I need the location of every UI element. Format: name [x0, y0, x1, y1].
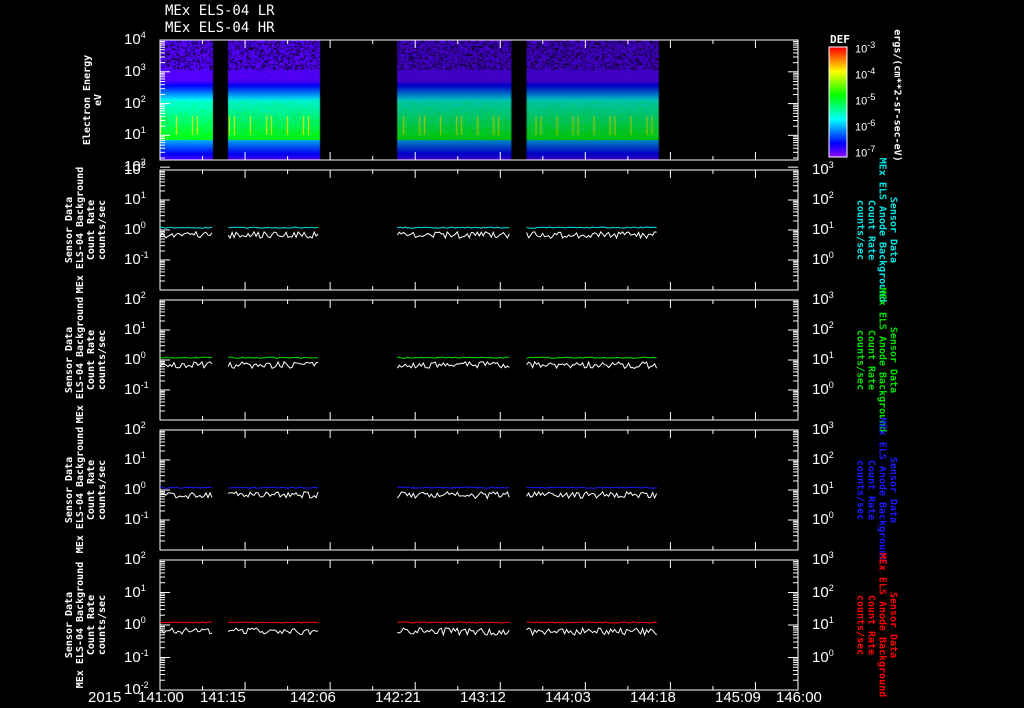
y-tick-label: 103: [124, 61, 146, 80]
series-line-background: [397, 356, 510, 359]
y-axis-label-right: Sensor Data MEx ELS Anode Background Cou…: [853, 552, 898, 698]
series-line-ELS-04: [159, 491, 213, 500]
colorbar-label: ergs/(cm**2-sr-sec-eV): [891, 28, 903, 162]
series-line-background: [228, 621, 319, 624]
y-right-tick-label: 102: [812, 450, 834, 468]
panel-frame: [159, 169, 799, 291]
y-axis-label: Electron Energy eV: [82, 54, 105, 146]
series-line-background: [160, 486, 213, 489]
y-tick-label: 100: [124, 350, 146, 368]
series-line-background: [159, 226, 213, 229]
series-line-ELS-04: [159, 627, 213, 635]
y-tick-label: 100: [124, 220, 146, 238]
y-right-tick-label: 100: [812, 510, 834, 528]
x-tick-label: 142:06: [290, 689, 336, 706]
y-tick-label: 10-1: [124, 510, 149, 528]
y-axis-label: Sensor Data MEx ELS-04 Background Count …: [64, 426, 109, 554]
colorbar-tick-label: 10-5: [855, 92, 876, 108]
y-axis-label-right: Sensor Data MEx ELS Anode Background Cou…: [853, 417, 898, 563]
y-tick-label: 100: [124, 615, 146, 633]
series-line-background: [397, 226, 510, 229]
y-tick-label: 102: [124, 93, 146, 112]
series-line-ELS-04: [397, 627, 510, 637]
y-right-tick-label: 103: [812, 420, 834, 438]
panel-frame: [159, 429, 799, 551]
series-line-ELS-04: [228, 490, 319, 499]
y-tick-label: 102: [124, 550, 146, 568]
x-tick-label: 142:21: [375, 689, 421, 706]
x-axis-year: 2015: [88, 689, 122, 706]
panel-frame: [159, 39, 799, 161]
colorbar-frame: [828, 46, 848, 158]
series-line-ELS-04: [396, 230, 510, 240]
series-line-background: [397, 621, 510, 624]
colorbar-tick-label: 10-7: [855, 144, 876, 160]
series-line-background: [526, 621, 657, 624]
y-tick-label: 104: [124, 30, 146, 48]
y-tick-label: 101: [124, 190, 146, 208]
y-tick-label: 101: [124, 582, 146, 601]
y-right-tick-label: 102: [812, 320, 834, 338]
y-axis-label: Sensor Data MEx ELS-04 Background Count …: [64, 296, 109, 424]
y-tick-label: 101: [124, 450, 146, 468]
series-line-background: [228, 226, 319, 229]
colorbar-tick-label: 10-6: [855, 118, 876, 134]
colorbar-tick-label: 10-4: [855, 66, 876, 82]
y-right-tick-label: 100: [812, 380, 834, 398]
y-right-tick-label: 103: [812, 160, 834, 178]
y-tick-label: 10-1: [124, 647, 149, 666]
y-right-tick-label: 101: [812, 480, 834, 498]
y-right-tick-label: 102: [812, 582, 834, 601]
y-right-tick-label: 102: [812, 190, 834, 208]
y-right-tick-label: 101: [812, 350, 834, 368]
y-tick-label: 101: [124, 125, 146, 144]
colorbar-tick-label: 10-3: [855, 40, 876, 56]
series-line-ELS-04: [526, 626, 657, 637]
y-axis-label: Sensor Data MEx ELS-04 Background Count …: [64, 561, 109, 689]
y-right-tick-label: 103: [812, 550, 834, 568]
series-line-ELS-04: [526, 230, 657, 240]
panel-frame: [159, 299, 799, 421]
y-right-tick-label: 100: [812, 647, 834, 666]
series-line-ELS-04: [227, 230, 319, 240]
x-tick-label: 143:12: [460, 689, 506, 706]
y-right-tick-label: 101: [812, 615, 834, 633]
series-line-ELS-04: [159, 361, 213, 369]
series-line-background: [397, 486, 510, 489]
y-axis-label-right: Sensor Data MEx ELS Anode Background Cou…: [853, 287, 898, 433]
x-tick-label: 144:03: [545, 689, 591, 706]
series-line-ELS-04: [227, 627, 319, 636]
series-line-ELS-04: [396, 491, 510, 500]
y-tick-label: 102: [124, 420, 146, 438]
y-tick-label: 102: [124, 290, 146, 308]
series-line-ELS-04: [227, 360, 319, 370]
y-right-tick-label: 103: [812, 290, 834, 308]
y-axis-label-right: Sensor Data MEx ELS Anode Background Cou…: [853, 157, 898, 303]
panel-frame: [159, 559, 799, 691]
series-line-ELS-04: [159, 230, 213, 239]
series-line-background: [526, 486, 657, 489]
y-tick-label: 100: [124, 480, 146, 498]
series-line-background: [526, 356, 657, 359]
x-tick-label: 141:00: [138, 689, 184, 706]
series-line-background: [526, 226, 657, 229]
x-tick-label: 144:18: [630, 689, 676, 706]
y-tick-label: 10-1: [124, 250, 149, 268]
x-tick-label: 141:15: [200, 689, 246, 706]
series-line-ELS-04: [526, 490, 658, 500]
series-line-ELS-04: [526, 360, 658, 370]
y-axis-label: Sensor Data MEx ELS-04 Background Count …: [64, 166, 109, 294]
series-line-background: [159, 621, 213, 624]
series-line-background: [228, 356, 319, 359]
y-tick-label: 102: [124, 160, 146, 178]
x-tick-label: 146:00: [776, 689, 822, 706]
series-line-ELS-04: [396, 360, 510, 369]
y-right-tick-label: 101: [812, 220, 834, 238]
y-right-tick-label: 100: [812, 250, 834, 268]
series-line-background: [159, 356, 213, 359]
series-line-background: [228, 486, 319, 489]
y-tick-label: 10-1: [124, 380, 149, 398]
y-tick-label: 101: [124, 320, 146, 338]
x-tick-label: 145:09: [715, 689, 761, 706]
